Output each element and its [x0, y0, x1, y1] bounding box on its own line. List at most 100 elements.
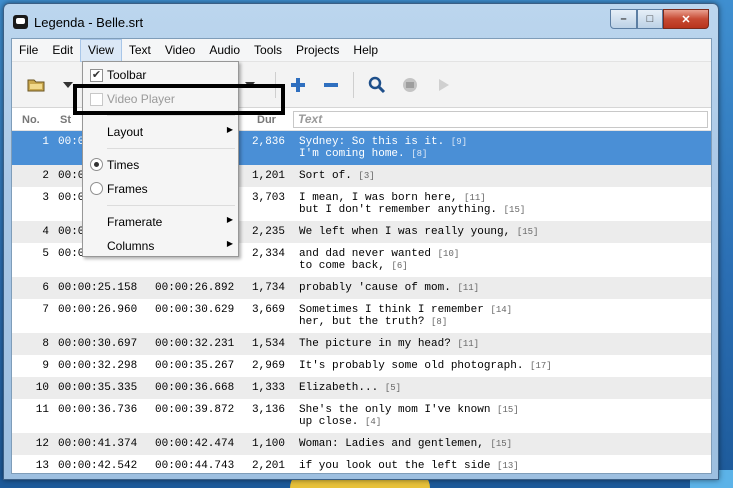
row-number: 7 — [42, 304, 49, 316]
subtitle-text: She's the only mom I've known — [299, 404, 491, 416]
text-filter-input[interactable]: Text — [293, 111, 708, 128]
menu-tools[interactable]: Tools — [247, 39, 289, 62]
row-text-line: Sometimes I think I remember [14] — [299, 304, 512, 316]
row-start-time: 00:0 — [58, 170, 85, 182]
row-start-time: 00:00:35.335 — [58, 382, 138, 394]
chars-per-second: [11] — [457, 283, 480, 293]
chars-per-second: [14] — [490, 305, 513, 315]
chars-per-second: [15] — [516, 227, 539, 237]
submenu-arrow-icon: ▶ — [226, 215, 233, 224]
row-number: 4 — [42, 226, 49, 238]
row-end-time: 00:00:32.231 — [155, 338, 235, 350]
row-start-time: 00:00:32.298 — [58, 360, 138, 372]
table-row[interactable]: 11 00:00:36.736 00:00:39.872 3,136 She's the… — [12, 399, 711, 433]
menu-item-label: Toolbar — [107, 68, 147, 82]
row-text-line: and dad never wanted [10] — [299, 248, 459, 260]
table-row[interactable]: 12 00:00:41.374 00:00:42.474 1,100 Woman: La… — [12, 433, 711, 455]
open-folder-icon[interactable] — [25, 74, 47, 96]
maximize-button[interactable]: □ — [637, 9, 663, 29]
search-icon[interactable] — [366, 74, 388, 96]
row-text: probably 'cause of mom. [11] — [299, 282, 479, 294]
add-icon[interactable] — [287, 74, 309, 96]
submenu-arrow-icon: ▶ — [226, 239, 233, 248]
table-row[interactable]: 6 00:00:25.158 00:00:26.892 1,734 probably '… — [12, 277, 711, 299]
menu-edit[interactable]: Edit — [45, 39, 80, 62]
row-end-time: 00:00:36.668 — [155, 382, 235, 394]
menu-frames[interactable]: Frames — [83, 178, 238, 200]
menu-video[interactable]: Video — [158, 39, 202, 62]
row-number: 8 — [42, 338, 49, 350]
title-bar[interactable]: Legenda - Belle.srt – □ ✕ — [4, 4, 718, 38]
header-no[interactable]: No. — [22, 114, 40, 126]
table-row[interactable]: 9 00:00:32.298 00:00:35.267 2,969 It's proba… — [12, 355, 711, 377]
subtitle-text: and dad never wanted — [299, 248, 432, 260]
row-duration: 2,201 — [252, 460, 286, 472]
menu-layout[interactable]: Layout ▶ — [83, 121, 238, 143]
menu-item-label: Frames — [107, 182, 148, 196]
table-row[interactable]: 8 00:00:30.697 00:00:32.231 1,534 The pictur… — [12, 333, 711, 355]
table-row[interactable]: 7 00:00:26.960 00:00:30.629 3,669 Sometimes … — [12, 299, 711, 333]
menu-view[interactable]: View — [80, 39, 122, 62]
menu-item-label: Layout — [107, 125, 144, 139]
row-start-time: 00:00:26.960 — [58, 304, 138, 316]
menu-item-label: Columns — [107, 239, 155, 253]
chars-per-second: [4] — [365, 417, 382, 427]
row-text-line: Sydney: So this is it. [9] — [299, 136, 467, 148]
row-text-line: I mean, I was born here, [11] — [299, 192, 525, 204]
menu-projects[interactable]: Projects — [289, 39, 346, 62]
chars-per-second: [17] — [530, 361, 552, 371]
row-duration: 2,235 — [252, 226, 286, 238]
subtitle-text: I mean, I was born here, — [299, 192, 458, 204]
chars-per-second: [15] — [503, 205, 526, 215]
row-duration: 2,334 — [252, 248, 286, 260]
row-duration: 1,734 — [252, 282, 286, 294]
row-number: 10 — [35, 382, 49, 394]
row-end-time: 00:00:26.892 — [155, 282, 235, 294]
row-duration: 3,136 — [252, 404, 286, 416]
menu-toggle-toolbar[interactable]: ✔ Toolbar — [83, 64, 238, 86]
row-duration: 3,703 — [252, 192, 286, 204]
row-number: 5 — [42, 248, 49, 260]
row-number: 3 — [42, 192, 49, 204]
row-text: Sometimes I think I remember [14] her, bu… — [299, 304, 512, 328]
menu-item-label: Times — [107, 158, 140, 172]
toolbar-divider — [353, 72, 354, 98]
menu-help[interactable]: Help — [346, 39, 385, 62]
row-text-line: The picture in my head? [11] — [299, 338, 479, 350]
table-row[interactable]: 13 00:00:42.542 00:00:44.743 2,201 if you lo… — [12, 455, 711, 473]
minimize-button[interactable]: – — [610, 9, 637, 29]
window-title: Legenda - Belle.srt — [34, 15, 144, 30]
row-start-time: 00:00:30.697 — [58, 338, 138, 350]
menu-audio[interactable]: Audio — [202, 39, 247, 62]
row-text-line: Elizabeth... [5] — [299, 382, 401, 394]
subtitle-text: Sometimes I think I remember — [299, 304, 484, 316]
row-duration: 1,201 — [252, 170, 286, 182]
subtitle-text: probably 'cause of mom. — [299, 282, 451, 294]
subtitle-text: Elizabeth... — [299, 382, 379, 394]
subtitle-text: Sydney: So this is it. — [299, 136, 445, 148]
menu-file[interactable]: File — [12, 39, 45, 62]
row-text-line: probably 'cause of mom. [11] — [299, 282, 479, 294]
row-number: 13 — [35, 460, 49, 472]
chars-per-second: [3] — [358, 171, 375, 181]
row-text: if you look out the left side [13] — [299, 460, 519, 472]
header-start[interactable]: St — [60, 114, 71, 126]
row-end-time: 00:00:44.743 — [155, 460, 235, 472]
row-start-time: 00:0 — [58, 136, 85, 148]
header-duration[interactable]: Dur — [257, 114, 276, 126]
row-start-time: 00:00:36.736 — [58, 404, 138, 416]
radio-icon — [90, 182, 103, 195]
subtitle-text: if you look out the left side — [299, 460, 491, 472]
close-button[interactable]: ✕ — [663, 9, 709, 29]
remove-icon[interactable] — [320, 74, 342, 96]
menu-columns[interactable]: Columns ▶ — [83, 235, 238, 257]
submenu-arrow-icon: ▶ — [226, 125, 233, 134]
menu-text[interactable]: Text — [122, 39, 158, 62]
row-end-time: 00:00:42.474 — [155, 438, 235, 450]
menu-times[interactable]: Times — [83, 154, 238, 176]
menu-bar: File Edit View Text Video Audio Tools Pr… — [12, 39, 711, 62]
table-row[interactable]: 10 00:00:35.335 00:00:36.668 1,333 Elizabeth… — [12, 377, 711, 399]
row-text: Sort of. [3] — [299, 170, 375, 182]
row-text-line: I'm coming home. [8] — [299, 148, 467, 160]
menu-framerate[interactable]: Framerate ▶ — [83, 211, 238, 233]
